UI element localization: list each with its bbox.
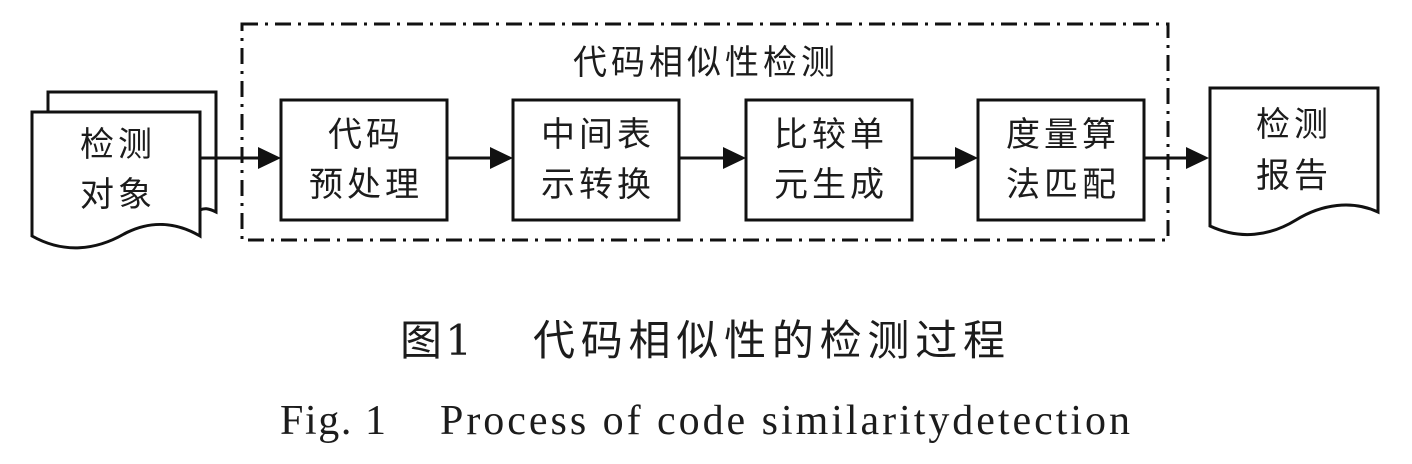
- caption-cn-title: 代码相似性的检测过程: [533, 316, 1005, 365]
- input-document-label-line-2: 对象: [80, 175, 156, 215]
- caption-en-label: Fig. 1: [280, 398, 386, 444]
- arrow-preprocess-to-representation: [447, 147, 513, 169]
- step-label-line-1: 中间表: [541, 115, 655, 155]
- arrow-head: [955, 147, 978, 169]
- arrow-comparison-to-matching: [912, 147, 978, 169]
- output-document-label-line-1: 检测: [1256, 105, 1332, 145]
- input-document-label-line-1: 检测: [80, 125, 156, 165]
- step-label-line-1: 比较单: [774, 115, 888, 155]
- detection-group-title: 代码相似性检测: [573, 43, 839, 83]
- step-label-line-2: 示转换: [541, 165, 655, 205]
- figure-caption-english: Fig. 1 Process of code similaritydetecti…: [280, 398, 1130, 444]
- step-box-metric-matching: 度量算 法匹配: [976, 98, 1146, 222]
- caption-cn-label: 图 1: [400, 316, 472, 365]
- arrow-matching-to-report: [1144, 147, 1209, 169]
- arrow-head: [723, 147, 746, 169]
- step-label-line-2: 元生成: [774, 165, 888, 205]
- output-document: 检测 报告: [1208, 86, 1380, 237]
- figure-caption-chinese: 图 1 代码相似性的检测过程: [400, 316, 1005, 365]
- caption-en-title: Process of code similaritydetection: [440, 398, 1130, 444]
- arrow-representation-to-comparison: [679, 147, 746, 169]
- output-document-label-line-2: 报告: [1256, 156, 1332, 196]
- input-document: 检测 对象: [30, 90, 218, 250]
- arrow-head: [490, 147, 513, 169]
- step-label-line-1: 度量算: [1006, 115, 1120, 155]
- step-box-comparison-unit: 比较单 元生成: [744, 98, 914, 222]
- step-label-line-2: 法匹配: [1006, 165, 1120, 205]
- step-label-line-1: 代码: [328, 115, 404, 155]
- step-box-intermediate-representation: 中间表 示转换: [511, 98, 681, 222]
- step-label-line-2: 预处理: [309, 165, 423, 205]
- code-similarity-detection-diagram: 代码相似性检测 检测 对象 代码 预处理 中间表 示转换 比较单 元生成 度量算…: [30, 22, 1380, 444]
- arrow-head: [258, 147, 281, 169]
- arrow-head: [1186, 147, 1209, 169]
- step-box-preprocess: 代码 预处理: [279, 98, 449, 222]
